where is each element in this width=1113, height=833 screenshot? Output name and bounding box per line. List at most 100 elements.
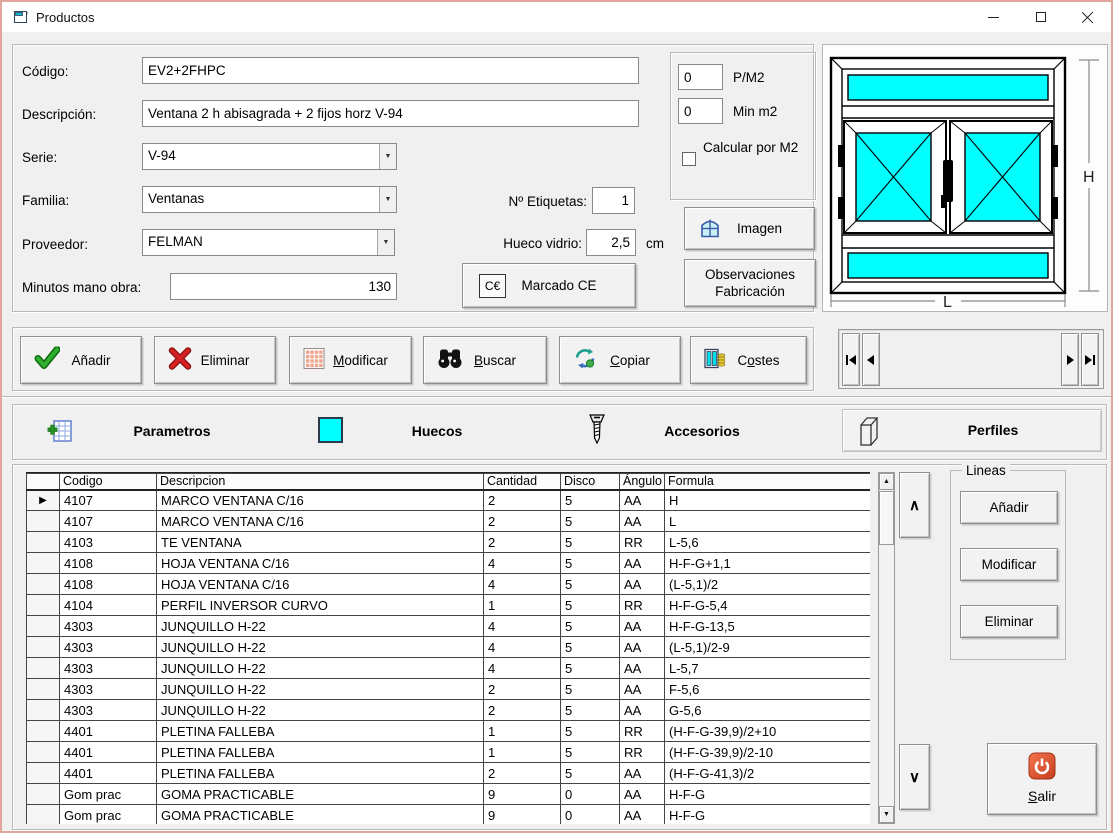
cell-cantidad[interactable]: 2 — [484, 700, 561, 721]
row-selector-cell[interactable] — [27, 742, 60, 763]
cell-angulo[interactable]: AA — [620, 658, 665, 679]
row-selector-cell[interactable] — [27, 658, 60, 679]
tab-accesorios[interactable]: Accesorios — [632, 423, 772, 439]
cell-angulo[interactable]: AA — [620, 763, 665, 784]
lineas-modificar-button[interactable]: Modificar — [960, 548, 1058, 581]
cell-disco[interactable]: 0 — [561, 784, 620, 805]
tab-huecos[interactable]: Huecos — [367, 423, 507, 439]
minutos-input[interactable] — [170, 273, 397, 300]
row-selector-cell[interactable] — [27, 616, 60, 637]
cell-cantidad[interactable]: 1 — [484, 742, 561, 763]
table-row[interactable]: Gom pracGOMA PRACTICABLE90AAH-F-G — [27, 784, 871, 805]
cell-disco[interactable]: 5 — [561, 658, 620, 679]
row-selector-cell[interactable] — [27, 700, 60, 721]
cell-cantidad[interactable]: 4 — [484, 637, 561, 658]
hueco-vidrio-input[interactable] — [586, 229, 636, 256]
cell-disco[interactable]: 5 — [561, 595, 620, 616]
cell-disco[interactable]: 0 — [561, 805, 620, 825]
cell-descripcion[interactable]: PLETINA FALLEBA — [157, 742, 484, 763]
last-record-button[interactable] — [1081, 333, 1099, 386]
cell-cantidad[interactable]: 4 — [484, 616, 561, 637]
first-record-button[interactable] — [842, 333, 860, 386]
cell-formula[interactable]: L-5,6 — [665, 532, 871, 553]
table-row[interactable]: 4103TE VENTANA25RRL-5,6 — [27, 532, 871, 553]
cell-codigo[interactable]: 4401 — [60, 763, 157, 784]
scrollbar-thumb[interactable] — [879, 491, 894, 545]
table-scrollbar[interactable]: ▲ ▼ — [878, 472, 895, 824]
cell-cantidad[interactable]: 2 — [484, 490, 561, 511]
cell-codigo[interactable]: 4401 — [60, 721, 157, 742]
imagen-button[interactable]: Imagen — [684, 207, 815, 250]
cell-angulo[interactable]: AA — [620, 490, 665, 511]
cell-formula[interactable]: H — [665, 490, 871, 511]
minimize-button[interactable] — [970, 2, 1017, 32]
buscar-button[interactable]: Buscar — [423, 336, 547, 384]
cell-descripcion[interactable]: MARCO VENTANA C/16 — [157, 511, 484, 532]
descripcion-input[interactable] — [142, 100, 639, 127]
table-row[interactable]: 4303JUNQUILLO H-2225AAF-5,6 — [27, 679, 871, 700]
cell-codigo[interactable]: 4303 — [60, 700, 157, 721]
cell-angulo[interactable]: AA — [620, 679, 665, 700]
cell-angulo[interactable]: AA — [620, 616, 665, 637]
cell-formula[interactable]: (L-5,1)/2 — [665, 574, 871, 595]
cell-descripcion[interactable]: JUNQUILLO H-22 — [157, 616, 484, 637]
chevron-down-icon[interactable]: ▼ — [377, 230, 394, 255]
cell-angulo[interactable]: RR — [620, 742, 665, 763]
chevron-down-icon[interactable]: ▼ — [379, 187, 396, 212]
cell-codigo[interactable]: Gom prac — [60, 805, 157, 825]
table-row[interactable]: ▶4107MARCO VENTANA C/1625AAH — [27, 490, 871, 511]
table-row[interactable]: 4303JUNQUILLO H-2245AAH-F-G-13,5 — [27, 616, 871, 637]
next-record-button[interactable] — [1061, 333, 1079, 386]
table-row[interactable]: 4303JUNQUILLO H-2225AAG-5,6 — [27, 700, 871, 721]
selected-row-marker[interactable]: ▶ — [27, 490, 60, 511]
cell-disco[interactable]: 5 — [561, 742, 620, 763]
row-selector-cell[interactable] — [27, 511, 60, 532]
copiar-button[interactable]: Copiar — [559, 336, 681, 384]
cell-angulo[interactable]: AA — [620, 574, 665, 595]
cell-angulo[interactable]: RR — [620, 532, 665, 553]
cell-cantidad[interactable]: 9 — [484, 784, 561, 805]
cell-cantidad[interactable]: 2 — [484, 763, 561, 784]
maximize-button[interactable] — [1017, 2, 1064, 32]
cell-disco[interactable]: 5 — [561, 700, 620, 721]
table-row[interactable]: 4108HOJA VENTANA C/1645AAH-F-G+1,1 — [27, 553, 871, 574]
scroll-up-button[interactable]: ▲ — [879, 473, 894, 490]
cell-descripcion[interactable]: MARCO VENTANA C/16 — [157, 490, 484, 511]
cell-cantidad[interactable]: 4 — [484, 574, 561, 595]
cell-codigo[interactable]: 4303 — [60, 679, 157, 700]
cell-formula[interactable]: (H-F-G-39,9)/2-10 — [665, 742, 871, 763]
etiquetas-input[interactable] — [592, 187, 635, 214]
cell-angulo[interactable]: RR — [620, 721, 665, 742]
chevron-down-icon[interactable]: ▼ — [379, 144, 396, 169]
tab-parametros[interactable]: Parametros — [102, 423, 242, 439]
cell-codigo[interactable]: Gom prac — [60, 784, 157, 805]
cell-angulo[interactable]: AA — [620, 511, 665, 532]
row-selector-cell[interactable] — [27, 679, 60, 700]
cell-cantidad[interactable]: 1 — [484, 721, 561, 742]
marcado-ce-button[interactable]: C€ Marcado CE — [462, 263, 636, 308]
cell-descripcion[interactable]: JUNQUILLO H-22 — [157, 658, 484, 679]
cell-codigo[interactable]: 4108 — [60, 574, 157, 595]
cell-cantidad[interactable]: 2 — [484, 679, 561, 700]
cell-descripcion[interactable]: PERFIL INVERSOR CURVO — [157, 595, 484, 616]
table-row[interactable]: 4104PERFIL INVERSOR CURVO15RRH-F-G-5,4 — [27, 595, 871, 616]
cell-formula[interactable]: (L-5,1)/2-9 — [665, 637, 871, 658]
cell-codigo[interactable]: 4103 — [60, 532, 157, 553]
cell-angulo[interactable]: AA — [620, 784, 665, 805]
cell-codigo[interactable]: 4107 — [60, 511, 157, 532]
eliminar-button[interactable]: Eliminar — [154, 336, 276, 384]
cell-angulo[interactable]: AA — [620, 553, 665, 574]
row-selector-cell[interactable] — [27, 784, 60, 805]
table-row[interactable]: 4303JUNQUILLO H-2245AAL-5,7 — [27, 658, 871, 679]
cell-formula[interactable]: G-5,6 — [665, 700, 871, 721]
cell-formula[interactable]: (H-F-G-39,9)/2+10 — [665, 721, 871, 742]
close-button[interactable] — [1064, 2, 1111, 32]
tab-perfiles[interactable]: Perfiles — [842, 409, 1102, 452]
cell-descripcion[interactable]: GOMA PRACTICABLE — [157, 784, 484, 805]
cell-formula[interactable]: L — [665, 511, 871, 532]
table-row[interactable]: 4303JUNQUILLO H-2245AA(L-5,1)/2-9 — [27, 637, 871, 658]
cell-formula[interactable]: H-F-G-5,4 — [665, 595, 871, 616]
row-selector-cell[interactable] — [27, 637, 60, 658]
cell-disco[interactable]: 5 — [561, 511, 620, 532]
cell-angulo[interactable]: AA — [620, 805, 665, 825]
